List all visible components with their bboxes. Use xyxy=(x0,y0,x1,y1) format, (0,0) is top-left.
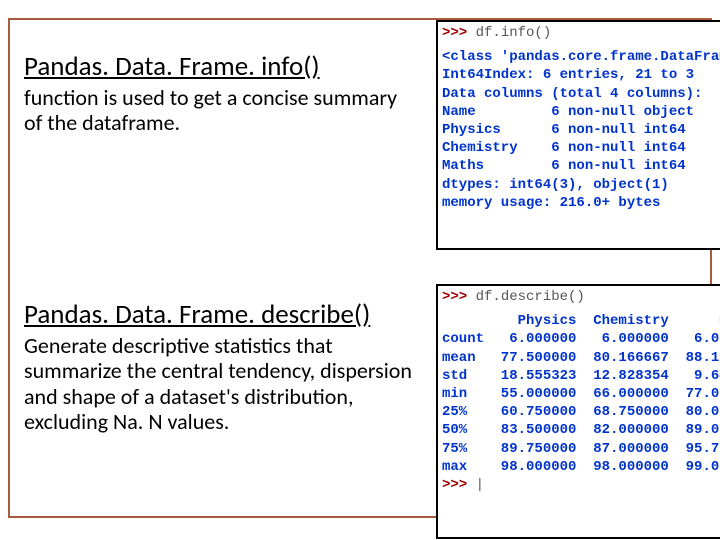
terminal-describe-cmd: >>> df.describe() xyxy=(442,288,718,306)
info-section: Pandas. Data. Frame. info() function is … xyxy=(20,50,418,136)
terminal-describe: >>> df.describe() Physics Chemistry Math… xyxy=(436,284,720,539)
prompt-icon: >>> xyxy=(442,289,476,305)
describe-out-line: max 98.000000 98.000000 99.000000 xyxy=(442,458,718,476)
prompt-icon: >>> xyxy=(442,25,476,41)
info-out-line: memory usage: 216.0+ bytes xyxy=(442,194,718,212)
info-out-line: dtypes: int64(3), object(1) xyxy=(442,176,718,194)
describe-header: Physics Chemistry Maths xyxy=(442,312,718,330)
describe-heading: Pandas. Data. Frame. describe() xyxy=(24,298,424,331)
terminal-info: >>> df.info() <class 'pandas.core.frame.… xyxy=(436,20,720,250)
describe-out-line: 25% 60.750000 68.750000 80.000000 xyxy=(442,403,718,421)
info-out-line: Data columns (total 4 columns): xyxy=(442,85,718,103)
prompt-icon: >>> xyxy=(442,477,476,493)
info-description: function is used to get a concise summar… xyxy=(24,85,414,136)
describe-description: Generate descriptive statistics that sum… xyxy=(24,333,424,434)
describe-out-line: 50% 83.500000 82.000000 89.000000 xyxy=(442,421,718,439)
terminal-info-cmd: >>> df.info() xyxy=(442,24,718,42)
info-heading: Pandas. Data. Frame. info() xyxy=(24,50,414,83)
describe-code: df.describe() xyxy=(476,289,585,305)
info-out-line: Maths 6 non-null int64 xyxy=(442,157,718,175)
terminal-describe-prompt: >>> | xyxy=(442,476,718,494)
info-out-line: Physics 6 non-null int64 xyxy=(442,121,718,139)
describe-out-line: mean 77.500000 80.166667 88.166667 xyxy=(442,349,718,367)
info-code: df.info() xyxy=(476,25,552,41)
describe-out-line: min 55.000000 66.000000 77.000000 xyxy=(442,385,718,403)
describe-out-line: 75% 89.750000 87.000000 95.750000 xyxy=(442,440,718,458)
info-out-line: <class 'pandas.core.frame.DataFrame'> xyxy=(442,48,718,66)
slide-frame: Pandas. Data. Frame. info() function is … xyxy=(8,18,712,518)
describe-out-line: count 6.000000 6.000000 6.000000 xyxy=(442,330,718,348)
info-out-line: Name 6 non-null object xyxy=(442,103,718,121)
info-out-line: Chemistry 6 non-null int64 xyxy=(442,139,718,157)
info-out-line: Int64Index: 6 entries, 21 to 3 xyxy=(442,66,718,84)
describe-section: Pandas. Data. Frame. describe() Generate… xyxy=(20,298,428,434)
cursor: | xyxy=(476,477,484,493)
describe-out-line: std 18.555323 12.828354 9.641922 xyxy=(442,367,718,385)
